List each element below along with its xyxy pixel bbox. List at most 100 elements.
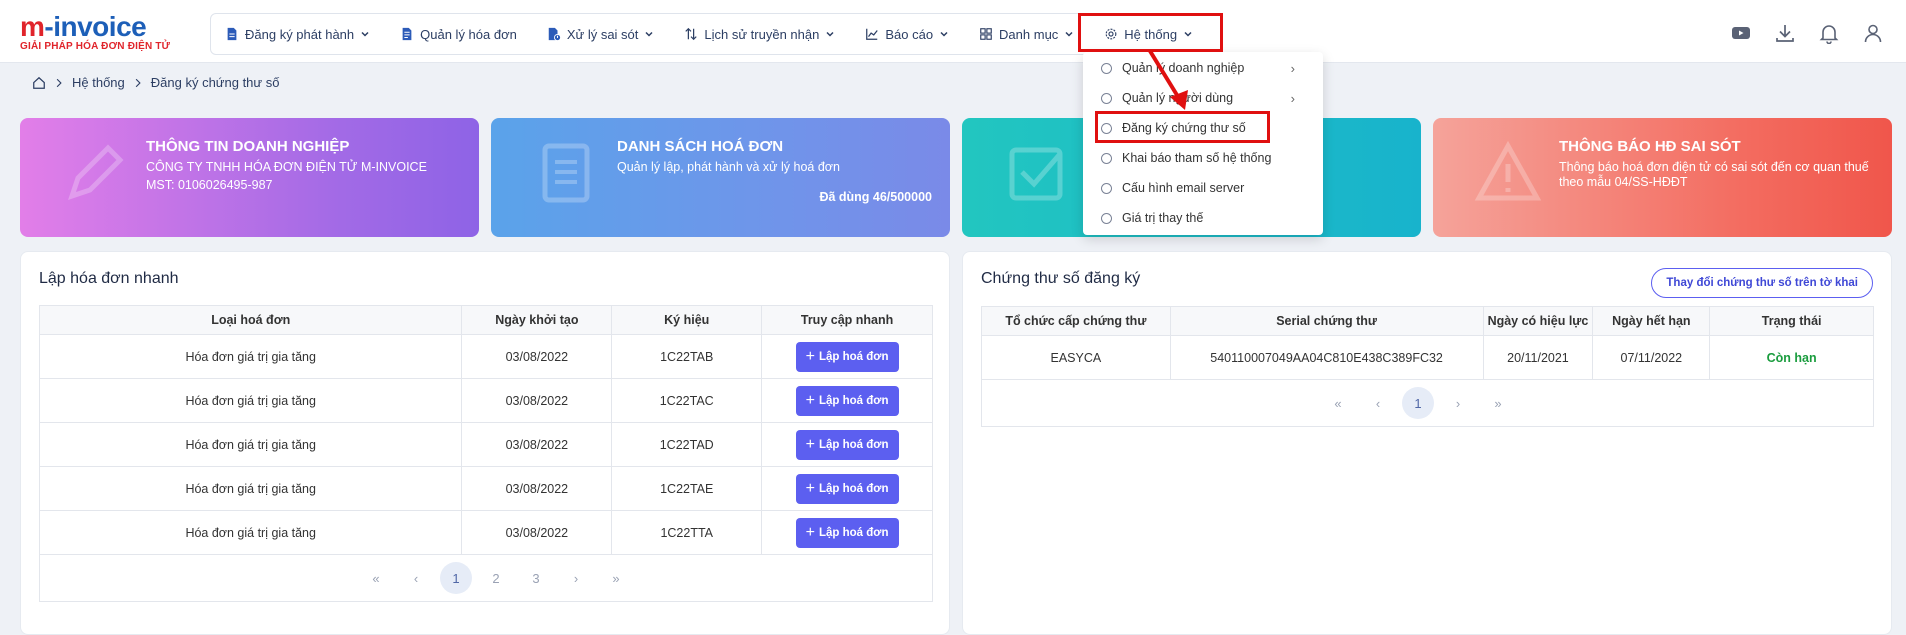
file-alert-icon [548,27,561,41]
pagination-container: « ‹ 1 › » [981,380,1874,427]
first-page-button[interactable]: « [1322,387,1354,419]
download-icon[interactable] [1774,22,1796,44]
chevron-right-icon: › [1290,60,1295,76]
card-line: CÔNG TY TNHH HÓA ĐƠN ĐIỆN TỬ M-INVOICE [146,160,427,174]
nav-dang-ky-phat-hanh[interactable]: Đăng ký phát hành [225,27,370,42]
nav-label: Báo cáo [885,26,934,42]
nav-lich-su-truyen-nhan[interactable]: Lịch sử truyền nhận [684,27,835,42]
menu-item-label: Cấu hình email server [1122,181,1245,195]
breadcrumb: Hệ thống Đăng ký chứng thư số [32,75,279,90]
button-label: Lập hoá đơn [818,526,889,539]
menu-item-quan-ly-doanh-nghiep[interactable]: Quản lý doanh nghiệp › [1101,60,1311,76]
nav-label: Lịch sử truyền nhận [704,26,820,42]
cell-type: Hóa đơn giá trị gia tăng [38,378,463,423]
pencil-icon [68,144,124,200]
button-label: Lập hoá đơn [818,482,889,495]
card-invoice-list[interactable]: DANH SÁCH HOÁ ĐƠN Quản lý lập, phát hành… [491,118,950,237]
cell-type: Hóa đơn giá trị gia tăng [38,422,463,467]
column-header: Serial chứng thư [1169,306,1484,336]
nav-label: Quản lý hóa đơn [420,26,517,42]
plus-icon: + [805,479,815,497]
bell-icon[interactable] [1818,22,1840,44]
nav-quan-ly-hoa-don[interactable]: Quản lý hóa đơn [400,27,517,42]
first-page-button[interactable]: « [360,562,392,594]
chevron-right-icon [135,78,141,87]
page-button-2[interactable]: 2 [480,562,512,594]
nav-bao-cao[interactable]: Báo cáo [865,27,949,42]
column-header: Ngày hết hạn [1592,306,1711,336]
menu-item-khai-bao-tham-so[interactable]: Khai báo tham số hệ thống [1101,151,1271,165]
user-icon[interactable] [1862,22,1884,44]
button-label: Lập hoá đơn [818,394,889,407]
create-invoice-button[interactable]: + Lập hoá đơn [795,473,899,504]
usage-count: Đã dùng 46/500000 [819,190,932,204]
home-icon[interactable] [32,76,46,90]
chevron-right-icon: › [1290,90,1295,106]
last-page-button[interactable]: » [1482,387,1514,419]
card-company-info[interactable]: THÔNG TIN DOANH NGHIỆP CÔNG TY TNHH HÓA … [20,118,479,237]
menu-item-gia-tri-thay-the[interactable]: Giá trị thay thế [1101,211,1203,225]
highlight-box-he-thong [1078,13,1223,52]
next-page-button[interactable]: › [560,562,592,594]
nav-danh-muc[interactable]: Danh mục [979,27,1074,42]
cell-type: Hóa đơn giá trị gia tăng [38,334,463,379]
chevron-down-icon [645,31,653,37]
card-line: Thông báo hoá đơn điện tử có sai sót đến… [1559,160,1869,174]
nav-xu-ly-sai-sot[interactable]: Xử lý sai sót [547,27,655,42]
chart-icon [866,28,879,40]
card-title: THÔNG BÁO HĐ SAI SÓT [1559,138,1741,155]
create-invoice-button[interactable]: + Lập hoá đơn [795,517,899,548]
column-header: Ký hiệu [611,305,763,335]
cell-date: 03/08/2022 [461,378,613,423]
certificates-table: Tổ chức cấp chứng thư Serial chứng thư N… [981,306,1874,380]
cell-date: 03/08/2022 [461,466,613,511]
plus-icon: + [805,523,815,541]
plus-icon: + [805,347,815,365]
button-label: Lập hoá đơn [818,438,889,451]
menu-item-cau-hinh-email[interactable]: Cấu hình email server [1101,181,1244,195]
prev-page-button[interactable]: ‹ [400,562,432,594]
create-invoice-button[interactable]: + Lập hoá đơn [795,341,899,372]
chevron-down-icon [826,31,834,37]
circle-icon [1101,92,1112,104]
card-title: DANH SÁCH HOÁ ĐƠN [617,138,784,155]
page-button-1[interactable]: 1 [440,562,472,594]
panel-title: Lập hóa đơn nhanh [39,270,179,287]
table-row: Hóa đơn giá trị gia tăng 03/08/2022 1C22… [38,334,933,379]
card-line: MST: 0106026495-987 [146,178,273,192]
card-line: theo mẫu 04/SS-HĐĐT [1559,175,1688,189]
chevron-down-icon [1065,31,1073,37]
top-bar: m-invoice GIẢI PHÁP HÓA ĐƠN ĐIỆN TỬ Đăng… [0,0,1906,63]
card-error-notice[interactable]: THÔNG BÁO HĐ SAI SÓT Thông báo hoá đơn đ… [1433,118,1892,237]
create-invoice-button[interactable]: + Lập hoá đơn [795,429,899,460]
logo[interactable]: m-invoice GIẢI PHÁP HÓA ĐƠN ĐIỆN TỬ [20,11,170,53]
doc-icon [227,27,237,41]
table-row: Hóa đơn giá trị gia tăng 03/08/2022 1C22… [38,422,933,467]
quick-invoice-table: Loại hoá đơn Ngày khởi tạo Ký hiệu Truy … [38,305,933,555]
last-page-button[interactable]: » [600,562,632,594]
pagination-container: « ‹ 1 2 3 › » [39,555,933,602]
change-certificate-button[interactable]: Thay đổi chứng thư số trên tờ khai [1651,268,1873,298]
circle-icon [1101,212,1112,224]
breadcrumb-item-he-thong[interactable]: Hệ thống [72,75,125,90]
top-right-icons [1730,22,1884,44]
cell-serial: 540110007049AA04C810E438C389FC32 [1169,335,1484,380]
prev-page-button[interactable]: ‹ [1362,387,1394,419]
create-invoice-button[interactable]: + Lập hoá đơn [795,385,899,416]
main-nav: Đăng ký phát hành Quản lý hóa đơn Xử lý … [210,13,1223,55]
button-label: Lập hoá đơn [818,350,889,363]
cell-symbol: 1C22TTA [611,510,763,555]
menu-item-label: Khai báo tham số hệ thống [1122,151,1272,165]
cell-expiry: 07/11/2022 [1592,335,1711,380]
menu-item-quan-ly-nguoi-dung[interactable]: Quản lý người dùng › [1101,90,1311,106]
cell-issuer: EASYCA [981,335,1171,380]
next-page-button[interactable]: › [1442,387,1474,419]
column-header: Tổ chức cấp chứng thư [981,306,1171,336]
page-button-1[interactable]: 1 [1402,387,1434,419]
card-title: THÔNG TIN DOANH NGHIỆP [146,138,350,155]
column-header: Loại hoá đơn [38,305,463,335]
system-dropdown-menu: Quản lý doanh nghiệp › Quản lý người dùn… [1083,52,1323,235]
logo-brand-rest: -invoice [44,11,147,42]
youtube-icon[interactable] [1730,22,1752,44]
page-button-3[interactable]: 3 [520,562,552,594]
